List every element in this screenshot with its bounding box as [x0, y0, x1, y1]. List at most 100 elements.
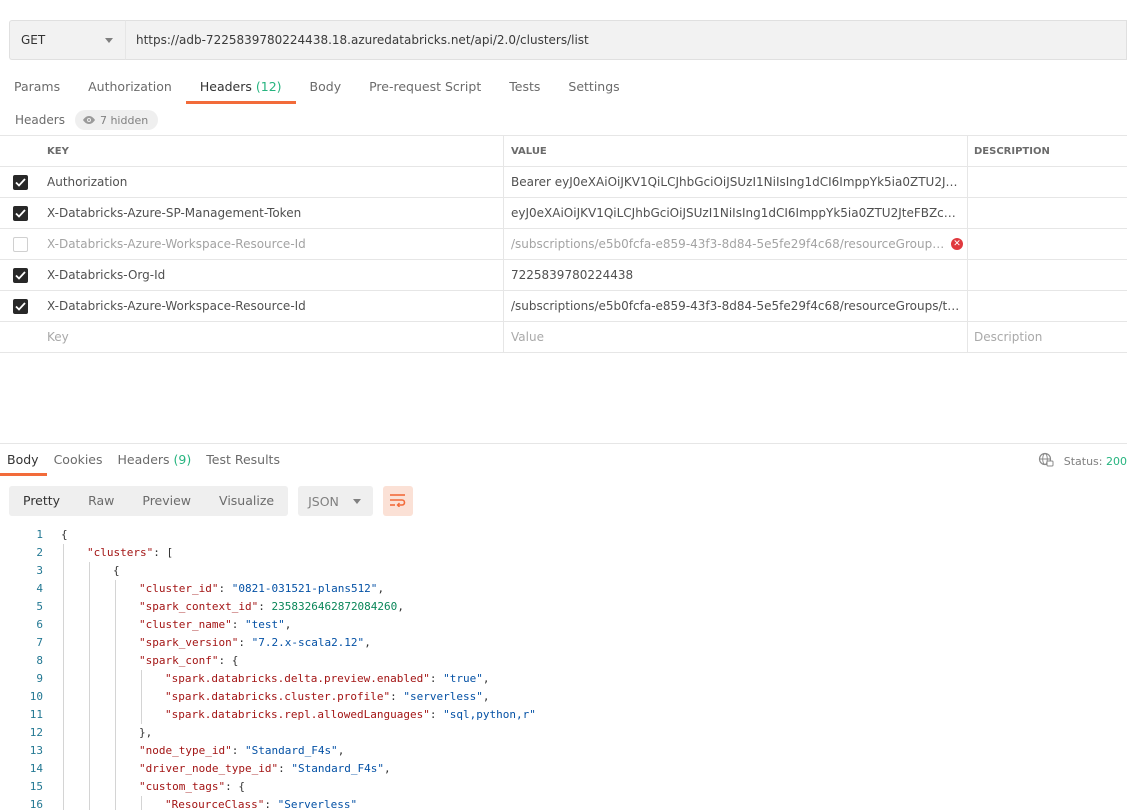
- code-token: "7.2.x-scala2.12": [251, 636, 365, 649]
- code-text: "spark_version": "7.2.x-scala2.12",: [43, 634, 371, 652]
- code-token: "Serverless": [277, 798, 358, 810]
- header-value[interactable]: eyJ0eXAiOiJKV1QiLCJhbGciOiJSUzI1NiIsIng1…: [504, 198, 968, 228]
- globe-icon[interactable]: [1038, 452, 1054, 471]
- tab-test-results[interactable]: Test Results: [199, 450, 288, 474]
- code-token: 2358326462872084260: [271, 600, 398, 613]
- new-key-input[interactable]: Key: [40, 322, 504, 352]
- code-token: :: [429, 672, 444, 685]
- header-value[interactable]: /subscriptions/e5b0fcfa-e859-43f3-8d84-5…: [504, 291, 968, 321]
- tab-response-cookies[interactable]: Cookies: [47, 450, 111, 474]
- view-visualize-button[interactable]: Visualize: [205, 486, 288, 516]
- tab-pre-request-script[interactable]: Pre-request Script: [355, 72, 495, 102]
- indent-guide: [63, 544, 64, 562]
- header-key[interactable]: X-Databricks-Azure-SP-Management-Token: [40, 198, 504, 228]
- row-checkbox[interactable]: [12, 174, 28, 190]
- method-label: GET: [21, 33, 46, 47]
- line-number: 9: [36, 672, 43, 685]
- tab-body[interactable]: Body: [296, 72, 356, 102]
- code-token: "spark_version": [139, 636, 239, 649]
- indent-guide: [115, 778, 116, 796]
- code-token: "Standard_F4s": [291, 762, 385, 775]
- code-token: ,: [364, 636, 371, 649]
- indent-guide: [89, 778, 90, 796]
- row-checkbox[interactable]: [12, 236, 28, 252]
- headers-label: Headers: [15, 113, 65, 127]
- row-checkbox[interactable]: [12, 267, 28, 283]
- indent-guide: [115, 706, 116, 724]
- wrap-lines-button[interactable]: [383, 486, 414, 516]
- view-preview-button[interactable]: Preview: [128, 486, 205, 516]
- code-token: : [: [153, 546, 174, 559]
- code-token: "driver_node_type_id": [139, 762, 279, 775]
- code-line: 7 "spark_version": "7.2.x-scala2.12",: [0, 634, 1127, 652]
- status-label: Status: 200: [1063, 455, 1127, 468]
- code-token: :: [429, 708, 444, 721]
- code-text: "spark.databricks.repl.allowedLanguages"…: [43, 706, 536, 724]
- tab-tests[interactable]: Tests: [495, 72, 554, 102]
- header-description[interactable]: [968, 167, 1127, 197]
- header-value[interactable]: /subscriptions/e5b0fcfa-e859-43f3-8d84-5…: [504, 229, 968, 259]
- code-token: :: [258, 600, 272, 613]
- code-token: :: [231, 744, 245, 757]
- indent-guide: [115, 634, 116, 652]
- code-text: "ResourceClass": "Serverless": [43, 796, 357, 810]
- new-description-input[interactable]: Description: [968, 322, 1127, 352]
- table-row: X-Databricks-Org-Id 7225839780224438: [0, 260, 1127, 291]
- code-line: 13 "node_type_id": "Standard_F4s",: [0, 742, 1127, 760]
- code-line: 3{: [0, 562, 1127, 580]
- code-token: "spark.databricks.delta.preview.enabled": [165, 672, 430, 685]
- code-line: 5 "spark_context_id": 2358326462872084260…: [0, 598, 1127, 616]
- url-input[interactable]: https://adb-7225839780224438.18.azuredat…: [125, 20, 1127, 60]
- code-token: ,: [284, 618, 292, 631]
- view-mode-group: Pretty Raw Preview Visualize: [9, 486, 289, 516]
- code-text: "cluster_name": "test",: [43, 616, 291, 634]
- indent-guide: [63, 616, 64, 634]
- line-number: 10: [29, 690, 43, 703]
- header-description[interactable]: [968, 291, 1127, 321]
- code-token: :: [218, 582, 232, 595]
- header-key[interactable]: X-Databricks-Azure-Workspace-Resource-Id: [40, 291, 504, 321]
- new-value-input[interactable]: Value: [504, 322, 968, 352]
- header-value[interactable]: 7225839780224438: [504, 260, 968, 290]
- tab-params[interactable]: Params: [0, 72, 74, 102]
- code-line: 4 "cluster_id": "0821-031521-plans512",: [0, 580, 1127, 598]
- indent-guide: [89, 724, 90, 742]
- header-key[interactable]: X-Databricks-Azure-Workspace-Resource-Id: [40, 229, 504, 259]
- indent-guide: [89, 796, 90, 810]
- header-description[interactable]: [968, 229, 1127, 259]
- code-token: ,: [482, 690, 490, 703]
- code-line: 12},: [0, 724, 1127, 742]
- row-checkbox[interactable]: [12, 298, 28, 314]
- header-value[interactable]: Bearer eyJ0eXAiOiJKV1QiLCJhbGciOiJSUzI1N…: [504, 167, 968, 197]
- header-description[interactable]: [968, 198, 1127, 228]
- response-divider[interactable]: [0, 443, 1127, 444]
- table-row: Authorization Bearer eyJ0eXAiOiJKV1QiLCJ…: [0, 167, 1127, 198]
- view-pretty-button[interactable]: Pretty: [9, 486, 74, 516]
- header-description[interactable]: [968, 260, 1127, 290]
- response-body-code[interactable]: 1{2 "clusters": [3{4 "cluster_id": "0821-0…: [0, 526, 1127, 810]
- code-text: "custom_tags": {: [43, 778, 245, 796]
- line-number: 3: [36, 564, 43, 577]
- hidden-headers-toggle[interactable]: 7 hidden: [74, 110, 159, 130]
- tab-settings[interactable]: Settings: [554, 72, 633, 102]
- view-raw-button[interactable]: Raw: [74, 486, 128, 516]
- tab-response-body[interactable]: Body: [0, 450, 47, 476]
- column-value-header: VALUE: [504, 136, 968, 166]
- line-number: 7: [36, 636, 43, 649]
- response-headers-count: (9): [173, 452, 192, 467]
- status-value: 200: [1106, 455, 1127, 468]
- code-token: :: [231, 618, 245, 631]
- code-text: {: [43, 562, 120, 580]
- indent-guide: [141, 670, 142, 688]
- indent-guide: [89, 760, 90, 778]
- tab-authorization[interactable]: Authorization: [74, 72, 186, 102]
- format-select[interactable]: JSON: [298, 486, 374, 516]
- tab-headers[interactable]: Headers (12): [185, 72, 296, 104]
- method-select[interactable]: GET: [9, 20, 125, 60]
- header-key[interactable]: X-Databricks-Org-Id: [40, 260, 504, 290]
- line-number: 2: [36, 546, 43, 559]
- tab-response-headers[interactable]: Headers (9): [111, 450, 200, 474]
- table-row: X-Databricks-Azure-Workspace-Resource-Id…: [0, 291, 1127, 322]
- header-key[interactable]: Authorization: [40, 167, 504, 197]
- row-checkbox[interactable]: [12, 205, 28, 221]
